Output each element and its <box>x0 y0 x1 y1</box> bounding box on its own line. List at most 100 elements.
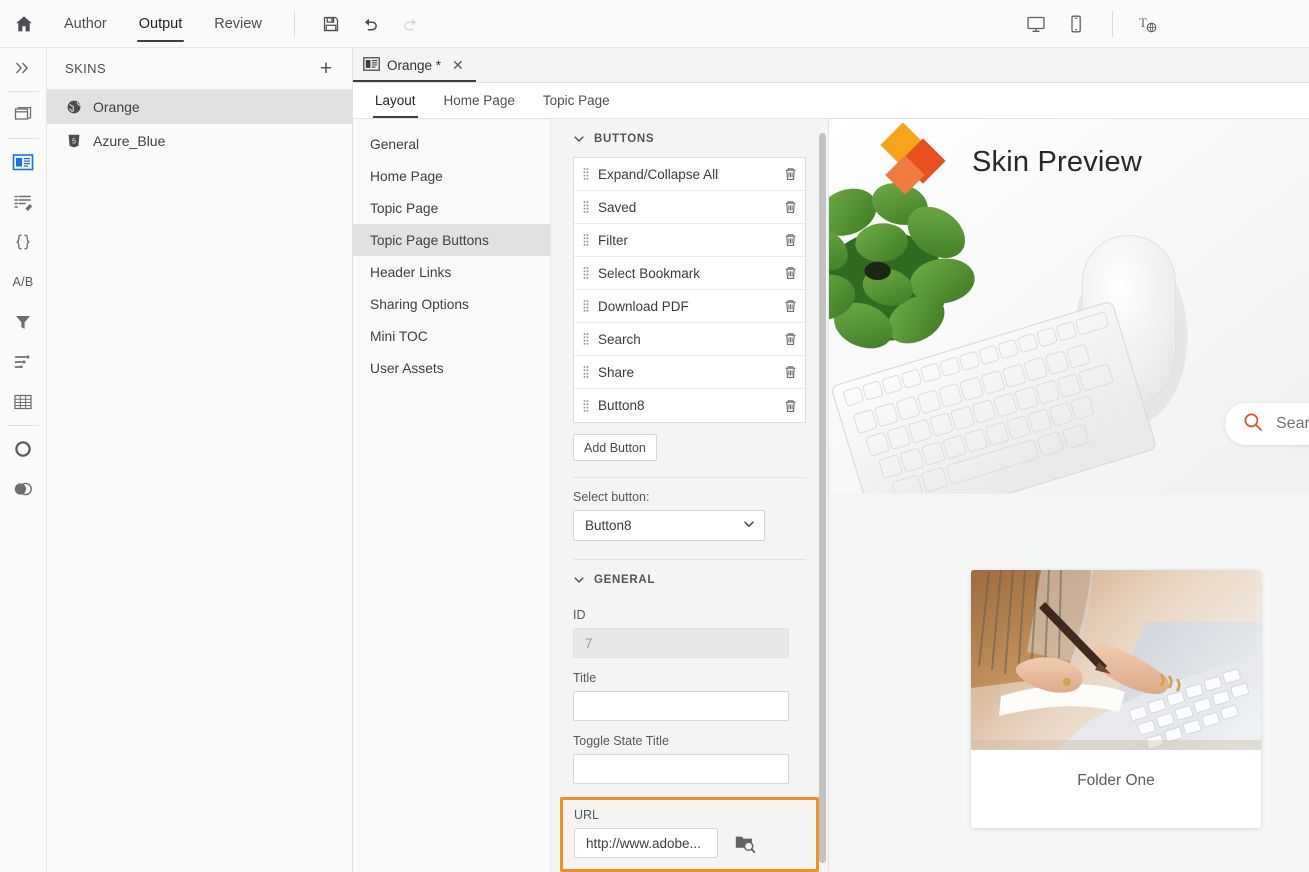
drag-handle-icon[interactable] <box>574 167 598 181</box>
code-braces-icon[interactable] <box>0 222 47 262</box>
svg-text:5: 5 <box>72 137 76 146</box>
table-row[interactable]: Expand/Collapse All <box>574 158 805 191</box>
drag-handle-icon[interactable] <box>574 200 598 214</box>
property-form: BUTTONS Expand/Collapse All Saved Filter… <box>551 119 829 872</box>
table-row[interactable]: Search <box>574 323 805 356</box>
save-icon[interactable] <box>314 7 348 41</box>
propnav-general[interactable]: General <box>353 128 550 160</box>
propnav-topic-page-buttons[interactable]: Topic Page Buttons <box>353 224 550 256</box>
trash-icon[interactable] <box>775 167 805 181</box>
skins-icon[interactable] <box>0 142 47 182</box>
drag-handle-icon[interactable] <box>574 233 598 247</box>
add-button-label: Add Button <box>584 440 646 455</box>
windows-panels-icon[interactable] <box>0 95 47 135</box>
skin-item-azure-blue[interactable]: 5 Azure_Blue <box>47 124 352 158</box>
propnav-topic-page[interactable]: Topic Page <box>353 192 550 224</box>
globe-icon <box>65 98 83 116</box>
buttons-section-title: BUTTONS <box>594 133 655 145</box>
mobile-preview-icon[interactable] <box>1059 7 1093 41</box>
select-button-dropdown[interactable]: Button8 <box>573 510 765 541</box>
table-row[interactable]: Filter <box>574 224 805 257</box>
variables-icon[interactable] <box>0 342 47 382</box>
propnav-user-assets[interactable]: User Assets <box>353 352 550 384</box>
table-row[interactable]: Saved <box>574 191 805 224</box>
table-grid-icon[interactable] <box>0 382 47 422</box>
tab-home-page-label: Home Page <box>443 93 515 108</box>
field-title: Title <box>573 671 806 721</box>
preview-hero: Skin Preview Sear <box>829 119 1309 501</box>
button-row-label: Share <box>598 364 635 380</box>
button-row-label: Expand/Collapse All <box>598 166 719 182</box>
tab-topic-page-label: Topic Page <box>542 93 610 108</box>
drag-handle-icon[interactable] <box>574 399 598 413</box>
propnav-home-page[interactable]: Home Page <box>353 160 550 192</box>
rail-divider-3 <box>7 425 39 426</box>
toggle-state-title-input[interactable] <box>573 754 789 784</box>
drag-handle-icon[interactable] <box>574 365 598 379</box>
drag-handle-icon[interactable] <box>574 299 598 313</box>
chevron-down-icon <box>573 574 585 586</box>
editor-subtabs: Layout Home Page Topic Page <box>353 83 1309 119</box>
topnav-output[interactable]: Output <box>123 0 199 47</box>
id-label: ID <box>573 608 586 622</box>
tab-home-page[interactable]: Home Page <box>430 83 529 118</box>
topnav-review[interactable]: Review <box>198 0 278 47</box>
translate-text-icon[interactable]: T <box>1132 7 1166 41</box>
snippets-icon[interactable] <box>0 182 47 222</box>
top-nav: Author Output Review <box>48 0 278 47</box>
plus-icon[interactable]: + <box>314 57 338 81</box>
folder-search-icon[interactable] <box>732 830 758 856</box>
propnav-sharing-options[interactable]: Sharing Options <box>353 288 550 320</box>
url-input[interactable]: http://www.adobe... <box>574 828 718 858</box>
drag-handle-icon[interactable] <box>574 332 598 346</box>
ab-testing-label: A/B <box>12 275 34 289</box>
scrollbar-thumb[interactable] <box>819 133 826 863</box>
propnav-header-links[interactable]: Header Links <box>353 256 550 288</box>
trash-icon[interactable] <box>775 399 805 413</box>
toggle-state-title-label: Toggle State Title <box>573 734 669 748</box>
left-icon-rail: A/B <box>0 48 47 872</box>
buttons-section-header[interactable]: BUTTONS <box>573 133 806 145</box>
tab-topic-page[interactable]: Topic Page <box>529 83 624 118</box>
skin-item-orange-label: Orange <box>93 99 140 115</box>
tab-layout[interactable]: Layout <box>361 83 430 118</box>
expand-panel-icon[interactable] <box>0 48 47 88</box>
topnav-author[interactable]: Author <box>48 0 123 47</box>
close-icon[interactable]: ✕ <box>452 58 464 72</box>
form-divider-1 <box>573 477 806 478</box>
trash-icon[interactable] <box>775 365 805 379</box>
property-form-scrollbar[interactable] <box>819 119 826 872</box>
document-tab-orange[interactable]: Orange * ✕ <box>353 48 476 82</box>
table-row[interactable]: Download PDF <box>574 290 805 323</box>
overlap-circles-icon[interactable] <box>0 469 47 509</box>
page-title: Skin Preview <box>972 146 1143 178</box>
drag-handle-icon[interactable] <box>574 266 598 280</box>
search-input[interactable]: Sear <box>1225 403 1309 445</box>
propnav-general-label: General <box>370 136 420 152</box>
undo-icon[interactable] <box>354 7 388 41</box>
trash-icon[interactable] <box>775 332 805 346</box>
propnav-mini-toc[interactable]: Mini TOC <box>353 320 550 352</box>
skin-document-icon <box>363 56 380 74</box>
folder-card[interactable]: Folder One <box>971 570 1261 828</box>
property-nav: General Home Page Topic Page Topic Page … <box>353 119 551 872</box>
title-input[interactable] <box>573 691 789 721</box>
table-row[interactable]: Share <box>574 356 805 389</box>
trash-icon[interactable] <box>775 299 805 313</box>
skin-item-orange[interactable]: Orange <box>47 90 352 124</box>
topnav-review-label: Review <box>214 15 262 32</box>
circle-icon[interactable] <box>0 429 47 469</box>
html5-shield-icon: 5 <box>65 132 83 150</box>
desktop-preview-icon[interactable] <box>1019 7 1053 41</box>
general-section-header[interactable]: GENERAL <box>573 574 806 586</box>
propnav-topic-page-label: Topic Page <box>370 200 439 216</box>
table-row[interactable]: Select Bookmark <box>574 257 805 290</box>
add-button-button[interactable]: Add Button <box>573 434 657 461</box>
trash-icon[interactable] <box>775 266 805 280</box>
filter-funnel-icon[interactable] <box>0 302 47 342</box>
ab-testing-icon[interactable]: A/B <box>0 262 47 302</box>
table-row[interactable]: Button8 <box>574 389 805 422</box>
trash-icon[interactable] <box>775 200 805 214</box>
home-icon[interactable] <box>0 0 48 47</box>
trash-icon[interactable] <box>775 233 805 247</box>
